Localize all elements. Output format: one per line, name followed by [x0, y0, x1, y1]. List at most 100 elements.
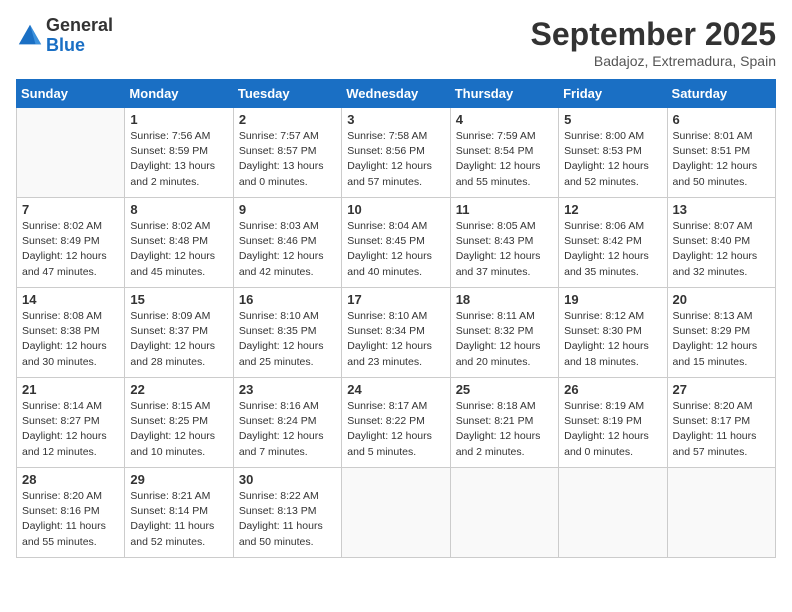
day-info: Sunrise: 8:22 AM Sunset: 8:13 PM Dayligh…: [239, 489, 336, 550]
day-number: 9: [239, 202, 336, 217]
day-info: Sunrise: 8:13 AM Sunset: 8:29 PM Dayligh…: [673, 309, 770, 370]
day-number: 26: [564, 382, 661, 397]
day-info: Sunrise: 8:18 AM Sunset: 8:21 PM Dayligh…: [456, 399, 553, 460]
calendar-cell: [17, 108, 125, 198]
day-info: Sunrise: 8:02 AM Sunset: 8:49 PM Dayligh…: [22, 219, 119, 280]
day-info: Sunrise: 8:02 AM Sunset: 8:48 PM Dayligh…: [130, 219, 227, 280]
calendar-cell: 25 Sunrise: 8:18 AM Sunset: 8:21 PM Dayli…: [450, 378, 558, 468]
day-number: 13: [673, 202, 770, 217]
location: Badajoz, Extremadura, Spain: [531, 53, 776, 69]
calendar-cell: 7 Sunrise: 8:02 AM Sunset: 8:49 PM Daylig…: [17, 198, 125, 288]
weekday-header-friday: Friday: [559, 80, 667, 108]
day-info: Sunrise: 8:06 AM Sunset: 8:42 PM Dayligh…: [564, 219, 661, 280]
title-block: September 2025 Badajoz, Extremadura, Spa…: [531, 16, 776, 69]
calendar-table: SundayMondayTuesdayWednesdayThursdayFrid…: [16, 79, 776, 558]
day-info: Sunrise: 8:16 AM Sunset: 8:24 PM Dayligh…: [239, 399, 336, 460]
day-info: Sunrise: 8:20 AM Sunset: 8:17 PM Dayligh…: [673, 399, 770, 460]
calendar-cell: 21 Sunrise: 8:14 AM Sunset: 8:27 PM Dayli…: [17, 378, 125, 468]
day-number: 1: [130, 112, 227, 127]
calendar-cell: [450, 468, 558, 558]
day-info: Sunrise: 8:05 AM Sunset: 8:43 PM Dayligh…: [456, 219, 553, 280]
weekday-header-thursday: Thursday: [450, 80, 558, 108]
calendar-cell: 6 Sunrise: 8:01 AM Sunset: 8:51 PM Daylig…: [667, 108, 775, 198]
logo-general: General: [46, 16, 113, 36]
day-number: 11: [456, 202, 553, 217]
day-info: Sunrise: 8:10 AM Sunset: 8:35 PM Dayligh…: [239, 309, 336, 370]
month-title: September 2025: [531, 16, 776, 53]
day-info: Sunrise: 8:09 AM Sunset: 8:37 PM Dayligh…: [130, 309, 227, 370]
calendar-week-1: 1Sunrise: 7:56 AM Sunset: 8:59 PM Daylig…: [17, 108, 776, 198]
calendar-cell: 8 Sunrise: 8:02 AM Sunset: 8:48 PM Daylig…: [125, 198, 233, 288]
day-number: 2: [239, 112, 336, 127]
calendar-cell: 30 Sunrise: 8:22 AM Sunset: 8:13 PM Dayli…: [233, 468, 341, 558]
day-info: Sunrise: 8:17 AM Sunset: 8:22 PM Dayligh…: [347, 399, 444, 460]
day-info: Sunrise: 8:04 AM Sunset: 8:45 PM Dayligh…: [347, 219, 444, 280]
calendar-week-5: 28 Sunrise: 8:20 AM Sunset: 8:16 PM Dayli…: [17, 468, 776, 558]
day-number: 21: [22, 382, 119, 397]
day-info: Sunrise: 8:12 AM Sunset: 8:30 PM Dayligh…: [564, 309, 661, 370]
calendar-cell: 9Sunrise: 8:03 AM Sunset: 8:46 PM Daylig…: [233, 198, 341, 288]
calendar-cell: 27 Sunrise: 8:20 AM Sunset: 8:17 PM Dayli…: [667, 378, 775, 468]
day-number: 3: [347, 112, 444, 127]
weekday-header-saturday: Saturday: [667, 80, 775, 108]
calendar-cell: 24 Sunrise: 8:17 AM Sunset: 8:22 PM Dayli…: [342, 378, 450, 468]
day-info: Sunrise: 7:57 AM Sunset: 8:57 PM Dayligh…: [239, 129, 336, 190]
calendar-cell: 1Sunrise: 7:56 AM Sunset: 8:59 PM Daylig…: [125, 108, 233, 198]
day-number: 27: [673, 382, 770, 397]
logo: General Blue: [16, 16, 113, 56]
day-info: Sunrise: 8:19 AM Sunset: 8:19 PM Dayligh…: [564, 399, 661, 460]
day-number: 8: [130, 202, 227, 217]
day-number: 12: [564, 202, 661, 217]
calendar-cell: 19Sunrise: 8:12 AM Sunset: 8:30 PM Dayli…: [559, 288, 667, 378]
day-number: 17: [347, 292, 444, 307]
day-number: 29: [130, 472, 227, 487]
calendar-cell: 12 Sunrise: 8:06 AM Sunset: 8:42 PM Dayli…: [559, 198, 667, 288]
day-number: 24: [347, 382, 444, 397]
calendar-cell: 17 Sunrise: 8:10 AM Sunset: 8:34 PM Dayli…: [342, 288, 450, 378]
calendar-cell: 13 Sunrise: 8:07 AM Sunset: 8:40 PM Dayli…: [667, 198, 775, 288]
day-info: Sunrise: 8:08 AM Sunset: 8:38 PM Dayligh…: [22, 309, 119, 370]
day-info: Sunrise: 8:07 AM Sunset: 8:40 PM Dayligh…: [673, 219, 770, 280]
day-number: 22: [130, 382, 227, 397]
day-info: Sunrise: 8:21 AM Sunset: 8:14 PM Dayligh…: [130, 489, 227, 550]
calendar-cell: 3Sunrise: 7:58 AM Sunset: 8:56 PM Daylig…: [342, 108, 450, 198]
day-number: 4: [456, 112, 553, 127]
calendar-cell: [342, 468, 450, 558]
day-info: Sunrise: 8:14 AM Sunset: 8:27 PM Dayligh…: [22, 399, 119, 460]
calendar-cell: 11 Sunrise: 8:05 AM Sunset: 8:43 PM Dayli…: [450, 198, 558, 288]
weekday-header-monday: Monday: [125, 80, 233, 108]
calendar-cell: [667, 468, 775, 558]
day-number: 28: [22, 472, 119, 487]
day-info: Sunrise: 8:01 AM Sunset: 8:51 PM Dayligh…: [673, 129, 770, 190]
day-info: Sunrise: 8:10 AM Sunset: 8:34 PM Dayligh…: [347, 309, 444, 370]
logo-blue: Blue: [46, 36, 113, 56]
calendar-week-2: 7 Sunrise: 8:02 AM Sunset: 8:49 PM Daylig…: [17, 198, 776, 288]
day-number: 14: [22, 292, 119, 307]
calendar-cell: 4Sunrise: 7:59 AM Sunset: 8:54 PM Daylig…: [450, 108, 558, 198]
weekday-header-wednesday: Wednesday: [342, 80, 450, 108]
day-info: Sunrise: 8:15 AM Sunset: 8:25 PM Dayligh…: [130, 399, 227, 460]
calendar-cell: 28 Sunrise: 8:20 AM Sunset: 8:16 PM Dayli…: [17, 468, 125, 558]
day-number: 7: [22, 202, 119, 217]
calendar-cell: 2 Sunrise: 7:57 AM Sunset: 8:57 PM Daylig…: [233, 108, 341, 198]
day-number: 15: [130, 292, 227, 307]
day-number: 18: [456, 292, 553, 307]
day-number: 25: [456, 382, 553, 397]
calendar-cell: 22 Sunrise: 8:15 AM Sunset: 8:25 PM Dayli…: [125, 378, 233, 468]
day-number: 23: [239, 382, 336, 397]
weekday-header-tuesday: Tuesday: [233, 80, 341, 108]
day-info: Sunrise: 8:11 AM Sunset: 8:32 PM Dayligh…: [456, 309, 553, 370]
day-number: 16: [239, 292, 336, 307]
logo-icon: [16, 22, 44, 50]
calendar-cell: 10 Sunrise: 8:04 AM Sunset: 8:45 PM Dayli…: [342, 198, 450, 288]
day-number: 6: [673, 112, 770, 127]
calendar-cell: 14 Sunrise: 8:08 AM Sunset: 8:38 PM Dayli…: [17, 288, 125, 378]
weekday-header-sunday: Sunday: [17, 80, 125, 108]
calendar-cell: 26 Sunrise: 8:19 AM Sunset: 8:19 PM Dayli…: [559, 378, 667, 468]
calendar-week-3: 14 Sunrise: 8:08 AM Sunset: 8:38 PM Dayli…: [17, 288, 776, 378]
day-number: 30: [239, 472, 336, 487]
day-number: 10: [347, 202, 444, 217]
calendar-cell: 5Sunrise: 8:00 AM Sunset: 8:53 PM Daylig…: [559, 108, 667, 198]
calendar-cell: 29 Sunrise: 8:21 AM Sunset: 8:14 PM Dayli…: [125, 468, 233, 558]
day-info: Sunrise: 8:20 AM Sunset: 8:16 PM Dayligh…: [22, 489, 119, 550]
